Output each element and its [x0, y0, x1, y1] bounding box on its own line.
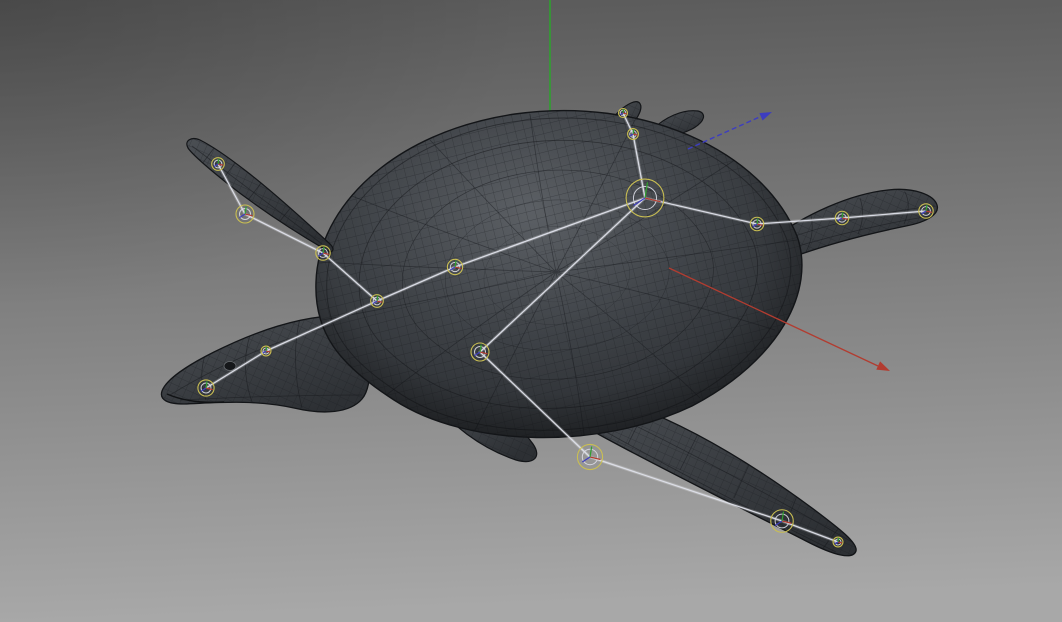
rig-joint-neck[interactable]	[260, 345, 272, 357]
rig-joint-tail[interactable]	[627, 128, 639, 140]
rig-joint-tail-tip[interactable]	[618, 108, 628, 118]
rig-joint-tip[interactable]	[832, 536, 844, 548]
viewport-3d[interactable]	[0, 0, 1062, 622]
